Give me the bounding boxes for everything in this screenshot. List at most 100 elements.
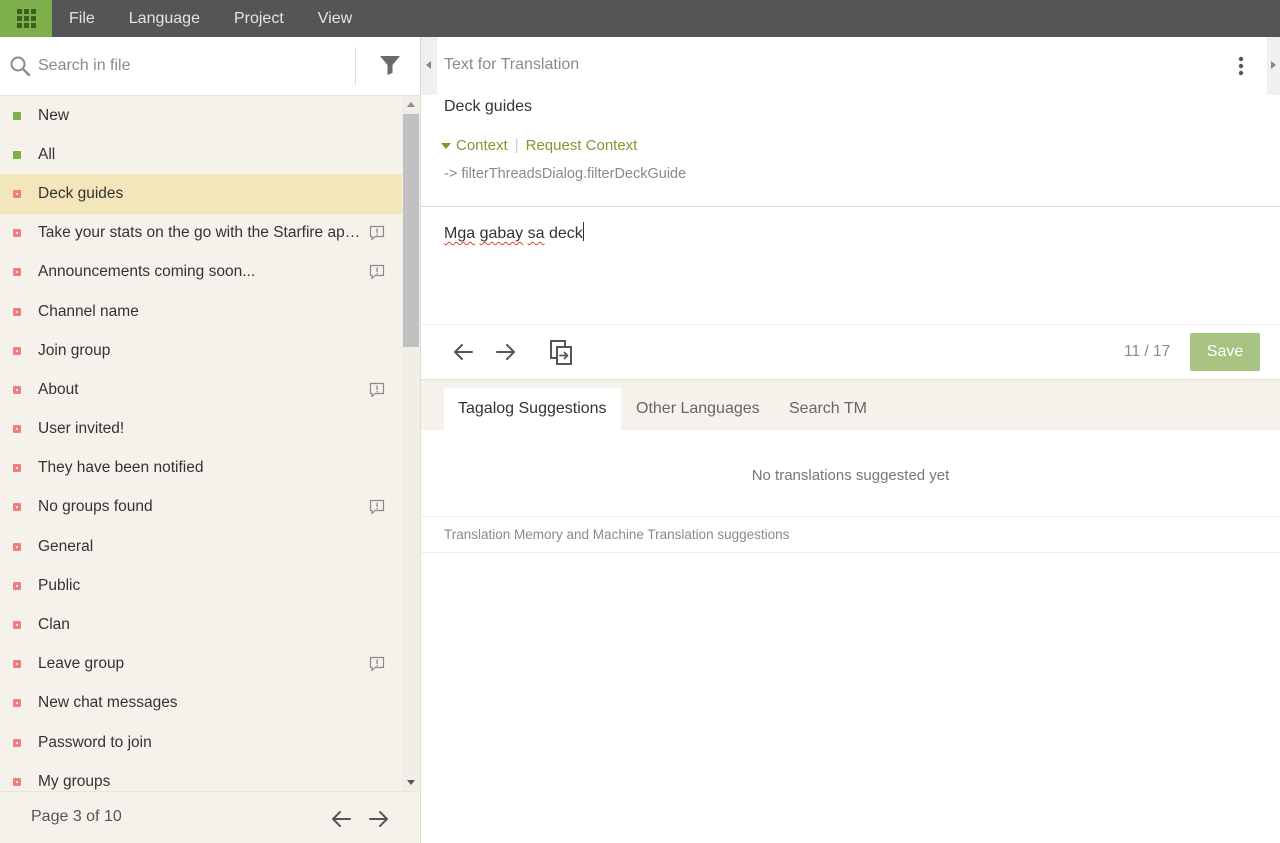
- menu-language[interactable]: Language: [112, 0, 217, 37]
- more-options-icon[interactable]: [1231, 54, 1251, 78]
- list-item-label: Channel name: [38, 302, 139, 320]
- string-list: New All Deck guides Take your stats on the …: [0, 96, 402, 791]
- save-button[interactable]: Save: [1190, 333, 1260, 371]
- list-item-label: Password to join: [38, 733, 152, 751]
- list-item-label: All: [38, 145, 56, 163]
- comment-icon[interactable]: [369, 225, 385, 241]
- tab-tagalog-suggestions[interactable]: Tagalog Suggestions: [444, 388, 621, 431]
- context-toggle-icon[interactable]: [441, 142, 451, 149]
- apps-grid-button[interactable]: [0, 0, 52, 37]
- collapse-right-toggle[interactable]: [1267, 37, 1280, 95]
- menubar: File Language Project View: [0, 0, 1280, 37]
- list-scrollbar[interactable]: [402, 96, 420, 791]
- list-item-label: About: [38, 380, 79, 398]
- filter-icon[interactable]: [378, 53, 402, 77]
- translation-word: Mga: [444, 225, 476, 242]
- list-item[interactable]: My groups: [0, 762, 402, 791]
- list-item-label: Clan: [38, 616, 70, 634]
- list-item[interactable]: New: [0, 96, 402, 135]
- list-item[interactable]: No groups found: [0, 488, 402, 527]
- translation-editor[interactable]: Mga gabay sa deck: [444, 222, 584, 243]
- list-item[interactable]: Channel name: [0, 292, 402, 331]
- tm-mt-note: Translation Memory and Machine Translati…: [444, 527, 790, 542]
- status-dot-untranslated: [13, 699, 21, 708]
- translation-word: sa: [527, 225, 545, 242]
- status-dot-untranslated: [13, 229, 21, 238]
- status-dot-untranslated: [13, 777, 21, 786]
- list-item[interactable]: Join group: [0, 331, 402, 370]
- list-item[interactable]: Deck guides: [0, 174, 402, 214]
- divider: [421, 206, 1280, 207]
- list-item[interactable]: Password to join: [0, 723, 402, 762]
- translation-word: gabay: [479, 225, 524, 242]
- context-toggle[interactable]: Context: [456, 137, 508, 154]
- list-item[interactable]: About: [0, 370, 402, 409]
- context-separator: |: [514, 137, 519, 154]
- status-dot-untranslated: [13, 503, 21, 512]
- scroll-up-arrow-icon[interactable]: [407, 102, 415, 107]
- list-item[interactable]: New chat messages: [0, 684, 402, 723]
- divider: [421, 516, 1280, 517]
- request-context-link[interactable]: Request Context: [526, 137, 638, 154]
- status-dot-untranslated: [13, 738, 21, 747]
- tab-other-languages[interactable]: Other Languages: [622, 388, 774, 431]
- search-input[interactable]: [38, 51, 338, 81]
- context-key: -> filterThreadsDialog.filterDeckGuide: [444, 166, 687, 182]
- list-item-label: Take your stats on the go with the Starf…: [38, 224, 364, 242]
- next-page-arrow-icon[interactable]: [368, 809, 390, 829]
- comment-icon[interactable]: [369, 382, 385, 398]
- previous-page-arrow-icon[interactable]: [330, 809, 352, 829]
- status-dot-untranslated: [13, 346, 21, 355]
- menu-view[interactable]: View: [301, 0, 369, 37]
- list-item[interactable]: User invited!: [0, 410, 402, 449]
- copy-source-icon[interactable]: [549, 339, 573, 365]
- list-item[interactable]: Public: [0, 566, 402, 605]
- list-item-label: New chat messages: [38, 694, 178, 712]
- translation-word: deck: [548, 225, 583, 242]
- menu-project[interactable]: Project: [217, 0, 301, 37]
- list-item[interactable]: All: [0, 135, 402, 174]
- list-item[interactable]: Announcements coming soon...: [0, 253, 402, 292]
- scroll-thumb[interactable]: [403, 114, 419, 347]
- list-item-label: New: [38, 106, 70, 124]
- search-icon: [10, 56, 31, 77]
- previous-string-arrow-icon[interactable]: [452, 342, 474, 362]
- collapse-left-toggle[interactable]: [421, 37, 437, 95]
- list-item-label: Public: [38, 576, 81, 594]
- status-dot-untranslated: [13, 189, 21, 198]
- status-dot-untranslated: [13, 542, 21, 551]
- string-counter: 11 / 17: [1124, 343, 1171, 360]
- status-dot-untranslated: [13, 581, 21, 590]
- context-row: Context | Request Context: [441, 137, 637, 154]
- list-item[interactable]: Leave group: [0, 645, 402, 684]
- list-item-label: Leave group: [38, 655, 125, 673]
- apps-grid-icon: [16, 9, 36, 28]
- comment-icon[interactable]: [369, 264, 385, 280]
- next-string-arrow-icon[interactable]: [495, 342, 517, 362]
- list-item[interactable]: General: [0, 527, 402, 566]
- no-suggestions-message: No translations suggested yet: [751, 467, 950, 484]
- tab-search-tm[interactable]: Search TM: [775, 388, 881, 431]
- list-item-label: Announcements coming soon...: [38, 263, 256, 281]
- status-dot-untranslated: [13, 307, 21, 316]
- list-item-label: My groups: [38, 772, 111, 790]
- list-item-label: They have been notified: [38, 459, 204, 477]
- list-item[interactable]: They have been notified: [0, 449, 402, 488]
- comment-icon[interactable]: [369, 499, 385, 515]
- pager: Page 3 of 10: [0, 791, 420, 843]
- source-text: Deck guides: [444, 98, 533, 115]
- list-item[interactable]: Clan: [0, 605, 402, 644]
- status-dot-untranslated: [13, 660, 21, 669]
- comment-icon[interactable]: [369, 656, 385, 672]
- list-item[interactable]: Take your stats on the go with the Starf…: [0, 214, 402, 253]
- list-item-label: Deck guides: [38, 184, 124, 202]
- status-dot-translated: [13, 150, 21, 159]
- status-dot-untranslated: [13, 464, 21, 473]
- page-indicator: Page 3 of 10: [31, 808, 122, 825]
- scroll-down-arrow-icon[interactable]: [407, 780, 415, 785]
- status-dot-untranslated: [13, 621, 21, 630]
- suggestions-tabbar: Tagalog Suggestions Other Languages Sear…: [421, 379, 1280, 431]
- editor-panel: Text for Translation Deck guides Context…: [421, 37, 1280, 843]
- status-dot-untranslated: [13, 425, 21, 434]
- menu-file[interactable]: File: [52, 0, 112, 37]
